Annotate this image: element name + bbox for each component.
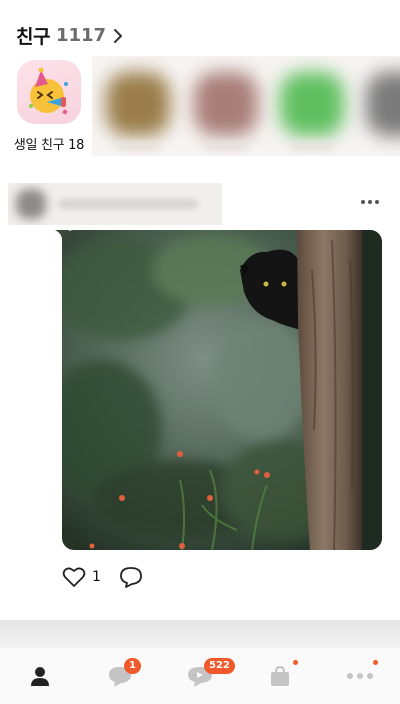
chevron-right-icon (114, 28, 123, 43)
comment-icon[interactable] (119, 566, 143, 588)
person-icon (31, 667, 49, 686)
party-face-icon (29, 67, 68, 115)
birthday-tile (17, 60, 81, 124)
birthday-friends-item[interactable]: 생일 친구 18 (10, 60, 88, 153)
tab-chats[interactable]: 1 (80, 648, 160, 704)
post-photo[interactable] (62, 230, 382, 550)
shopping-dot (293, 660, 298, 665)
friend-avatar (106, 72, 170, 136)
friend-avatar (280, 72, 344, 136)
friend-name-blur (204, 142, 248, 150)
section-divider (0, 620, 400, 648)
tab-friends[interactable] (0, 648, 80, 704)
friend-name-blur (116, 142, 160, 150)
heart-icon[interactable] (62, 566, 86, 588)
more-dot (373, 660, 378, 665)
friend-name-blur (290, 142, 334, 150)
reaction-bar: 1 (62, 566, 143, 588)
birthday-label: 생일 친구 18 (13, 138, 85, 153)
like-count: 1 (92, 569, 101, 585)
friends-header[interactable]: 친구 1117 (16, 22, 124, 49)
friend-avatar (194, 72, 258, 136)
post-author-blurred[interactable] (8, 183, 222, 225)
tab-more[interactable] (320, 648, 400, 704)
friends-preview-blurred[interactable] (92, 56, 400, 156)
chat-badge: 1 (124, 658, 141, 674)
more-icon (347, 673, 373, 679)
more-icon[interactable] (358, 192, 382, 212)
friends-title: 친구 (16, 26, 50, 48)
friends-carousel: 생일 친구 18 (0, 56, 400, 156)
shopping-bag-icon (271, 665, 289, 686)
friend-avatar (366, 72, 400, 136)
tab-openchat[interactable]: 522 (160, 648, 240, 704)
panther-photo (62, 230, 382, 550)
tab-shopping[interactable] (240, 648, 320, 704)
friends-count: 1117 (55, 25, 107, 46)
openchat-badge: 522 (204, 658, 235, 674)
author-avatar (16, 189, 46, 219)
author-name-blur (58, 199, 198, 209)
bottom-tab-bar: 1 522 (0, 648, 400, 704)
